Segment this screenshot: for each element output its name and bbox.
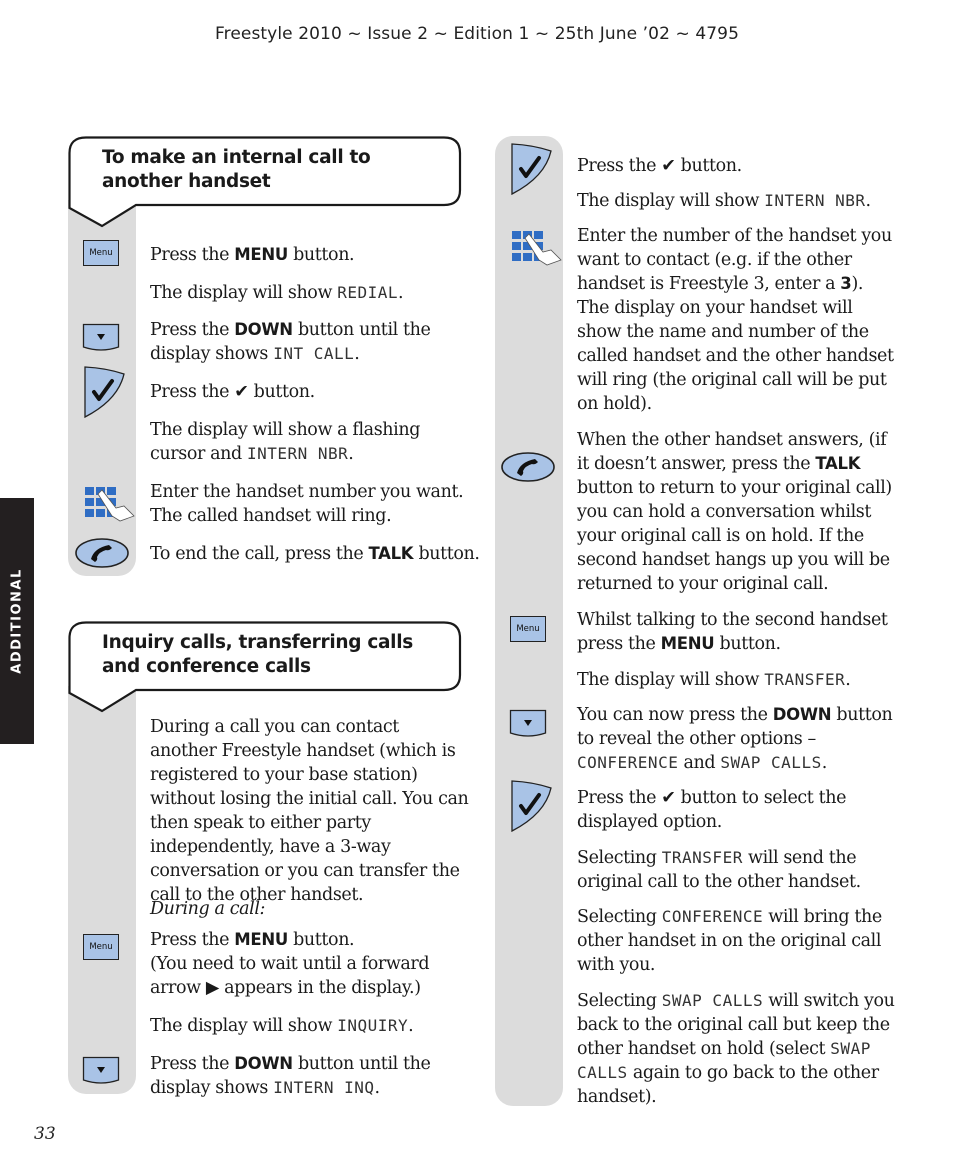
ok-key-icon [511,143,552,195]
step-text: Whilst talking to the second handset pre… [577,610,888,654]
step-text: Selecting TRANSFER will send the origina… [577,848,861,892]
section-side-tab: ADDITIONAL [0,498,34,744]
lcd-text: INQUIRY [337,1016,409,1035]
lcd-text: CONFERENCE [577,753,679,772]
section1-heading-callout: To make an internal call to another hand… [68,136,462,228]
lcd-text: INTERN NBR [246,444,349,463]
section2-heading-callout: Inquiry calls, transferring calls and co… [68,621,462,713]
section2-intro: During a call you can contact another Fr… [150,717,469,905]
lcd-text: INTERN NBR [764,191,866,210]
talk-key-icon [75,538,129,568]
side-tab-label: ADDITIONAL [9,568,25,674]
keypad-icon [85,487,135,522]
step-text: The display will show INTERN NBR. [577,191,871,211]
step-text: Press the ✔ button. [150,382,315,402]
menu-key-icon: Menu [83,240,119,266]
step-text: Press the ✔ button to select the display… [577,788,847,832]
lcd-text: SWAP CALLS [661,991,764,1010]
page-number: 33 [34,1124,56,1144]
step-text: The display will show a flashing cursor … [150,420,421,464]
during-call-label: During a call: [150,899,266,919]
step-text: Selecting SWAP CALLS will switch you bac… [577,991,895,1107]
step-text: The display will show REDIAL. [150,283,404,303]
step-text: Press the MENU button. [150,245,355,265]
step-text: You can now press the DOWN button to rev… [577,705,893,773]
check-icon: ✔ [661,788,676,808]
section2-title: Inquiry calls, transferring calls and co… [102,632,413,677]
down-key-icon [509,709,547,737]
lcd-text: REDIAL [337,283,398,302]
step-text: Press the DOWN button until the display … [150,320,431,364]
section1-title: To make an internal call to another hand… [102,147,371,192]
ok-key-icon [511,780,552,832]
down-key-icon [82,1056,120,1084]
check-icon: ✔ [234,382,249,402]
ok-key-icon [84,366,125,418]
lcd-text: CONFERENCE [661,907,764,926]
step-text: Enter the handset number you want. The c… [150,482,464,526]
lcd-text: INTERN INQ [273,1078,375,1097]
step-text: When the other handset answers, (if it d… [577,430,892,594]
lcd-text: TRANSFER [661,848,743,867]
down-key-icon [82,323,120,351]
step-text: To end the call, press the TALK button. [150,544,480,564]
menu-key-icon: Menu [83,934,119,960]
step-text: Press the ✔ button. [577,156,742,176]
talk-key-icon [501,452,555,482]
step-text: Selecting CONFERENCE will bring the othe… [577,907,882,975]
check-icon: ✔ [661,156,676,176]
icon-rail-section2 [68,686,136,1094]
step-text: The display will show TRANSFER. [577,670,851,690]
document-header: Freestyle 2010 ~ Issue 2 ~ Edition 1 ~ 2… [214,24,740,44]
lcd-text: INT CALL [273,344,355,363]
step-text: Enter the number of the handset you want… [577,226,894,414]
step-text: Press the DOWN button until the display … [150,1054,431,1098]
step-text: The display will show INQUIRY. [150,1016,414,1036]
step-text: Press the MENU button. (You need to wait … [150,930,430,998]
lcd-text: TRANSFER [764,670,846,689]
menu-key-icon: Menu [510,616,546,642]
lcd-text: SWAP CALLS [720,753,822,772]
keypad-icon [512,231,562,266]
